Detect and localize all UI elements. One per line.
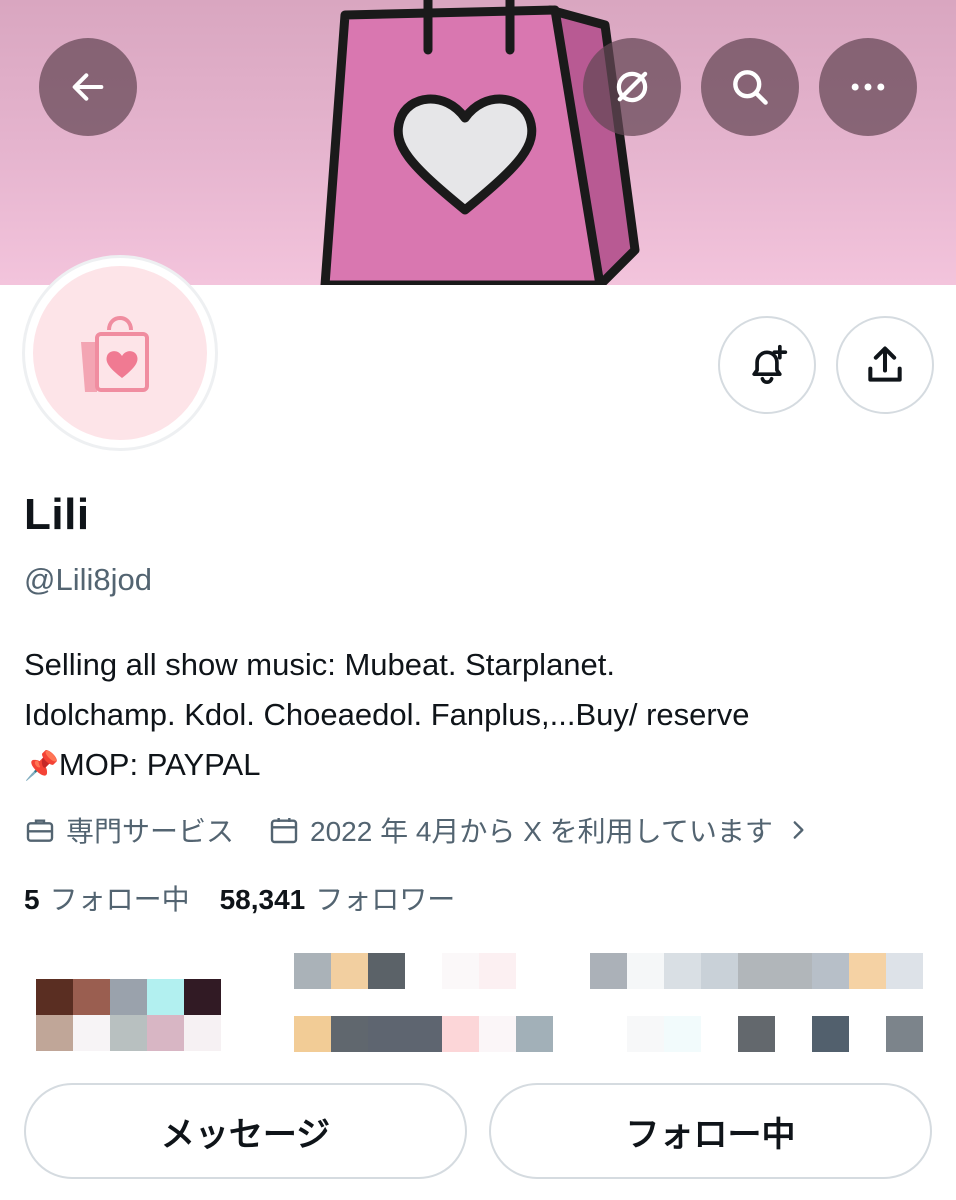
share-icon bbox=[868, 346, 902, 382]
shopping-bag-heart-illustration bbox=[320, 0, 640, 285]
following-stat[interactable]: 5 フォロー中 bbox=[24, 878, 190, 918]
censored-followers-preview bbox=[0, 935, 956, 1060]
follow-stats: 5 フォロー中 58,341 フォロワー bbox=[24, 878, 455, 918]
calendar-icon bbox=[268, 814, 300, 846]
notify-button[interactable] bbox=[718, 316, 816, 414]
profile-bio: Selling all show music: Mubeat. Starplan… bbox=[24, 640, 934, 791]
back-button[interactable] bbox=[39, 38, 137, 136]
profile-banner[interactable] bbox=[0, 0, 956, 285]
more-button[interactable] bbox=[819, 38, 917, 136]
message-button[interactable]: メッセージ bbox=[24, 1083, 467, 1179]
profile-category: 専門サービス bbox=[66, 816, 235, 847]
following-label: フォロー中 bbox=[49, 884, 190, 915]
pushpin-emoji: 📌 bbox=[24, 750, 59, 781]
search-button[interactable] bbox=[701, 38, 799, 136]
bio-line-text: MOP: PAYPAL bbox=[58, 747, 261, 782]
grok-icon bbox=[616, 71, 648, 103]
avatar[interactable] bbox=[22, 255, 218, 451]
avatar-image bbox=[33, 266, 207, 440]
followers-label: フォロワー bbox=[315, 884, 456, 915]
display-name: Lili bbox=[24, 490, 90, 539]
bell-plus-icon bbox=[752, 344, 788, 384]
chevron-right-icon[interactable] bbox=[785, 817, 811, 843]
bio-line: Selling all show music: Mubeat. Starplan… bbox=[24, 647, 616, 682]
profile-meta: 専門サービス 2022 年 4月から X を利用しています bbox=[24, 808, 811, 852]
following-button[interactable]: フォロー中 bbox=[489, 1083, 932, 1179]
bio-line: 📌MOP: PAYPAL bbox=[24, 740, 934, 791]
message-button-label: メッセージ bbox=[160, 1115, 331, 1154]
user-handle: @Lili8jod bbox=[24, 562, 152, 597]
following-button-label: フォロー中 bbox=[625, 1115, 796, 1154]
following-count: 5 bbox=[24, 884, 40, 915]
bio-line: Idolchamp. Kdol. Choeaedol. Fanplus,...B… bbox=[24, 697, 750, 732]
grok-button[interactable] bbox=[583, 38, 681, 136]
joined-date[interactable]: 2022 年 4月から X を利用しています bbox=[310, 810, 773, 850]
followers-stat[interactable]: 58,341 フォロワー bbox=[220, 878, 456, 918]
share-button[interactable] bbox=[836, 316, 934, 414]
search-icon bbox=[733, 70, 768, 105]
shopping-bag-heart-icon bbox=[81, 316, 149, 392]
arrow-left-icon bbox=[72, 73, 104, 101]
briefcase-icon bbox=[24, 814, 56, 846]
more-horizontal-icon bbox=[851, 83, 885, 91]
followers-count: 58,341 bbox=[219, 884, 306, 915]
